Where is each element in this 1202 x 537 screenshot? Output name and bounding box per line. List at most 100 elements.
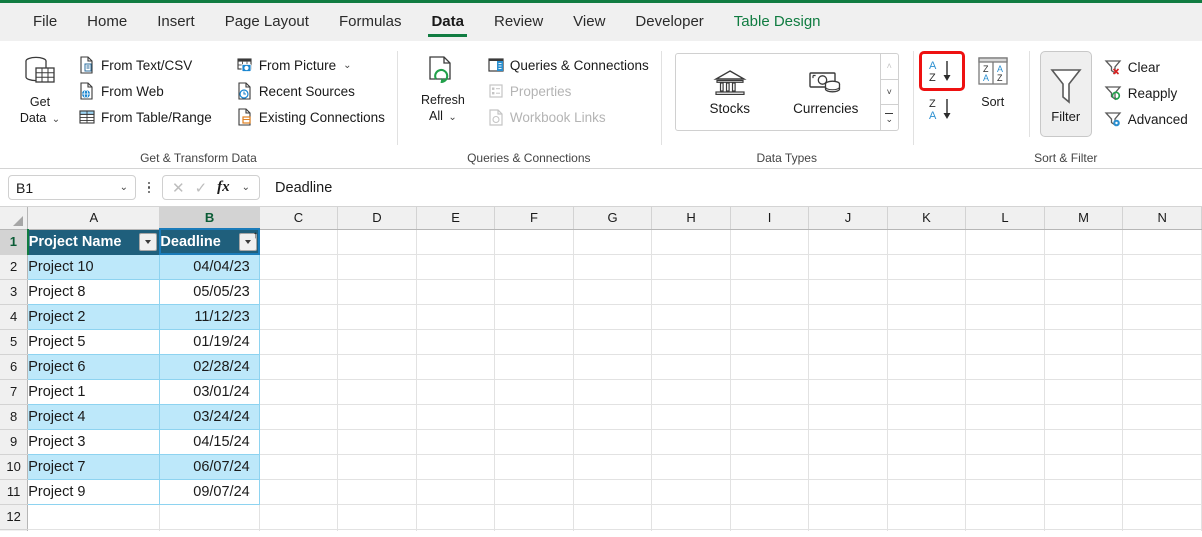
sort-descending-button[interactable]: Z A bbox=[921, 91, 963, 127]
cell-E8[interactable] bbox=[416, 404, 496, 430]
table-cell-name[interactable]: Project 4 bbox=[27, 404, 161, 430]
column-header-B[interactable]: B bbox=[159, 207, 260, 230]
select-all-corner[interactable] bbox=[0, 207, 29, 230]
cell-G13[interactable] bbox=[573, 529, 653, 531]
ribbon-tab-file[interactable]: File bbox=[18, 7, 72, 38]
ribbon-tab-formulas[interactable]: Formulas bbox=[324, 7, 417, 38]
sort-ascending-button[interactable]: A Z bbox=[918, 51, 965, 91]
table-cell-deadline[interactable]: 04/04/23 bbox=[159, 254, 260, 280]
cell-K8[interactable] bbox=[887, 404, 967, 430]
cell-L3[interactable] bbox=[965, 279, 1045, 305]
table-cell-name[interactable]: Project 6 bbox=[27, 354, 161, 380]
column-header-F[interactable]: F bbox=[494, 207, 574, 230]
from-table-range-button[interactable]: From Table/Range bbox=[73, 104, 217, 130]
cell-N4[interactable] bbox=[1122, 304, 1202, 330]
cell-H6[interactable] bbox=[651, 354, 731, 380]
cell-N5[interactable] bbox=[1122, 329, 1202, 355]
cell-I8[interactable] bbox=[730, 404, 810, 430]
gallery-scroll-down-button[interactable]: ˅ bbox=[880, 80, 898, 106]
cell-L2[interactable] bbox=[965, 254, 1045, 280]
cell-J3[interactable] bbox=[808, 279, 888, 305]
cell-H7[interactable] bbox=[651, 379, 731, 405]
cell-E10[interactable] bbox=[416, 454, 496, 480]
cell-J9[interactable] bbox=[808, 429, 888, 455]
cell-J5[interactable] bbox=[808, 329, 888, 355]
table-cell-deadline[interactable]: 05/05/23 bbox=[159, 279, 260, 305]
cell-M10[interactable] bbox=[1044, 454, 1124, 480]
cell-J12[interactable] bbox=[808, 504, 888, 530]
row-header-2[interactable]: 2 bbox=[0, 254, 29, 280]
column-header-N[interactable]: N bbox=[1122, 207, 1202, 230]
cell-I9[interactable] bbox=[730, 429, 810, 455]
from-web-button[interactable]: From Web bbox=[73, 78, 217, 104]
cell-K4[interactable] bbox=[887, 304, 967, 330]
cell-J2[interactable] bbox=[808, 254, 888, 280]
cell-C1[interactable] bbox=[259, 229, 339, 255]
cell-D13[interactable] bbox=[337, 529, 417, 531]
cell-H12[interactable] bbox=[651, 504, 731, 530]
cell-E7[interactable] bbox=[416, 379, 496, 405]
cell-N7[interactable] bbox=[1122, 379, 1202, 405]
cell-D4[interactable] bbox=[337, 304, 417, 330]
cell-L9[interactable] bbox=[965, 429, 1045, 455]
cell-K6[interactable] bbox=[887, 354, 967, 380]
column-header-D[interactable]: D bbox=[337, 207, 417, 230]
reapply-filter-button[interactable]: Reapply bbox=[1099, 80, 1193, 106]
cell-M7[interactable] bbox=[1044, 379, 1124, 405]
cell-F6[interactable] bbox=[494, 354, 574, 380]
cell-D5[interactable] bbox=[337, 329, 417, 355]
column-header-I[interactable]: I bbox=[730, 207, 810, 230]
cell-L12[interactable] bbox=[965, 504, 1045, 530]
cell-A12[interactable] bbox=[27, 504, 161, 530]
row-header-10[interactable]: 10 bbox=[0, 454, 29, 480]
cell-E2[interactable] bbox=[416, 254, 496, 280]
cell-J13[interactable] bbox=[808, 529, 888, 531]
cell-K3[interactable] bbox=[887, 279, 967, 305]
column-header-H[interactable]: H bbox=[651, 207, 731, 230]
cell-I11[interactable] bbox=[730, 479, 810, 505]
cell-J8[interactable] bbox=[808, 404, 888, 430]
ribbon-tab-data[interactable]: Data bbox=[416, 7, 479, 38]
cell-M9[interactable] bbox=[1044, 429, 1124, 455]
row-header-4[interactable]: 4 bbox=[0, 304, 29, 330]
cell-M1[interactable] bbox=[1044, 229, 1124, 255]
chevron-down-icon[interactable]: ⌄ bbox=[120, 182, 128, 193]
cell-D11[interactable] bbox=[337, 479, 417, 505]
cell-J6[interactable] bbox=[808, 354, 888, 380]
cell-F12[interactable] bbox=[494, 504, 574, 530]
column-header-K[interactable]: K bbox=[887, 207, 967, 230]
row-header-11[interactable]: 11 bbox=[0, 479, 29, 505]
row-header-5[interactable]: 5 bbox=[0, 329, 29, 355]
chevron-down-icon[interactable]: ⌄ bbox=[242, 182, 250, 193]
cell-N9[interactable] bbox=[1122, 429, 1202, 455]
row-header-6[interactable]: 6 bbox=[0, 354, 29, 380]
insert-function-button[interactable]: fx bbox=[217, 179, 230, 196]
cell-I6[interactable] bbox=[730, 354, 810, 380]
cell-F13[interactable] bbox=[494, 529, 574, 531]
cell-L1[interactable] bbox=[965, 229, 1045, 255]
cell-L10[interactable] bbox=[965, 454, 1045, 480]
cell-M12[interactable] bbox=[1044, 504, 1124, 530]
cell-M3[interactable] bbox=[1044, 279, 1124, 305]
cell-G9[interactable] bbox=[573, 429, 653, 455]
cell-F3[interactable] bbox=[494, 279, 574, 305]
cell-F7[interactable] bbox=[494, 379, 574, 405]
cell-L5[interactable] bbox=[965, 329, 1045, 355]
stocks-data-type[interactable]: Stocks bbox=[682, 54, 778, 130]
cell-C9[interactable] bbox=[259, 429, 339, 455]
cell-L6[interactable] bbox=[965, 354, 1045, 380]
cell-F2[interactable] bbox=[494, 254, 574, 280]
cell-I4[interactable] bbox=[730, 304, 810, 330]
sort-dialog-button[interactable]: Z A A Z Sort bbox=[967, 51, 1019, 113]
cell-D6[interactable] bbox=[337, 354, 417, 380]
cell-J1[interactable] bbox=[808, 229, 888, 255]
table-cell-deadline[interactable]: 09/07/24 bbox=[159, 479, 260, 505]
cell-K7[interactable] bbox=[887, 379, 967, 405]
cell-D3[interactable] bbox=[337, 279, 417, 305]
cell-B12[interactable] bbox=[159, 504, 260, 530]
filter-dropdown-A[interactable] bbox=[139, 232, 158, 251]
cell-D7[interactable] bbox=[337, 379, 417, 405]
currencies-data-type[interactable]: Currencies bbox=[778, 54, 874, 130]
cell-K9[interactable] bbox=[887, 429, 967, 455]
column-header-G[interactable]: G bbox=[573, 207, 653, 230]
